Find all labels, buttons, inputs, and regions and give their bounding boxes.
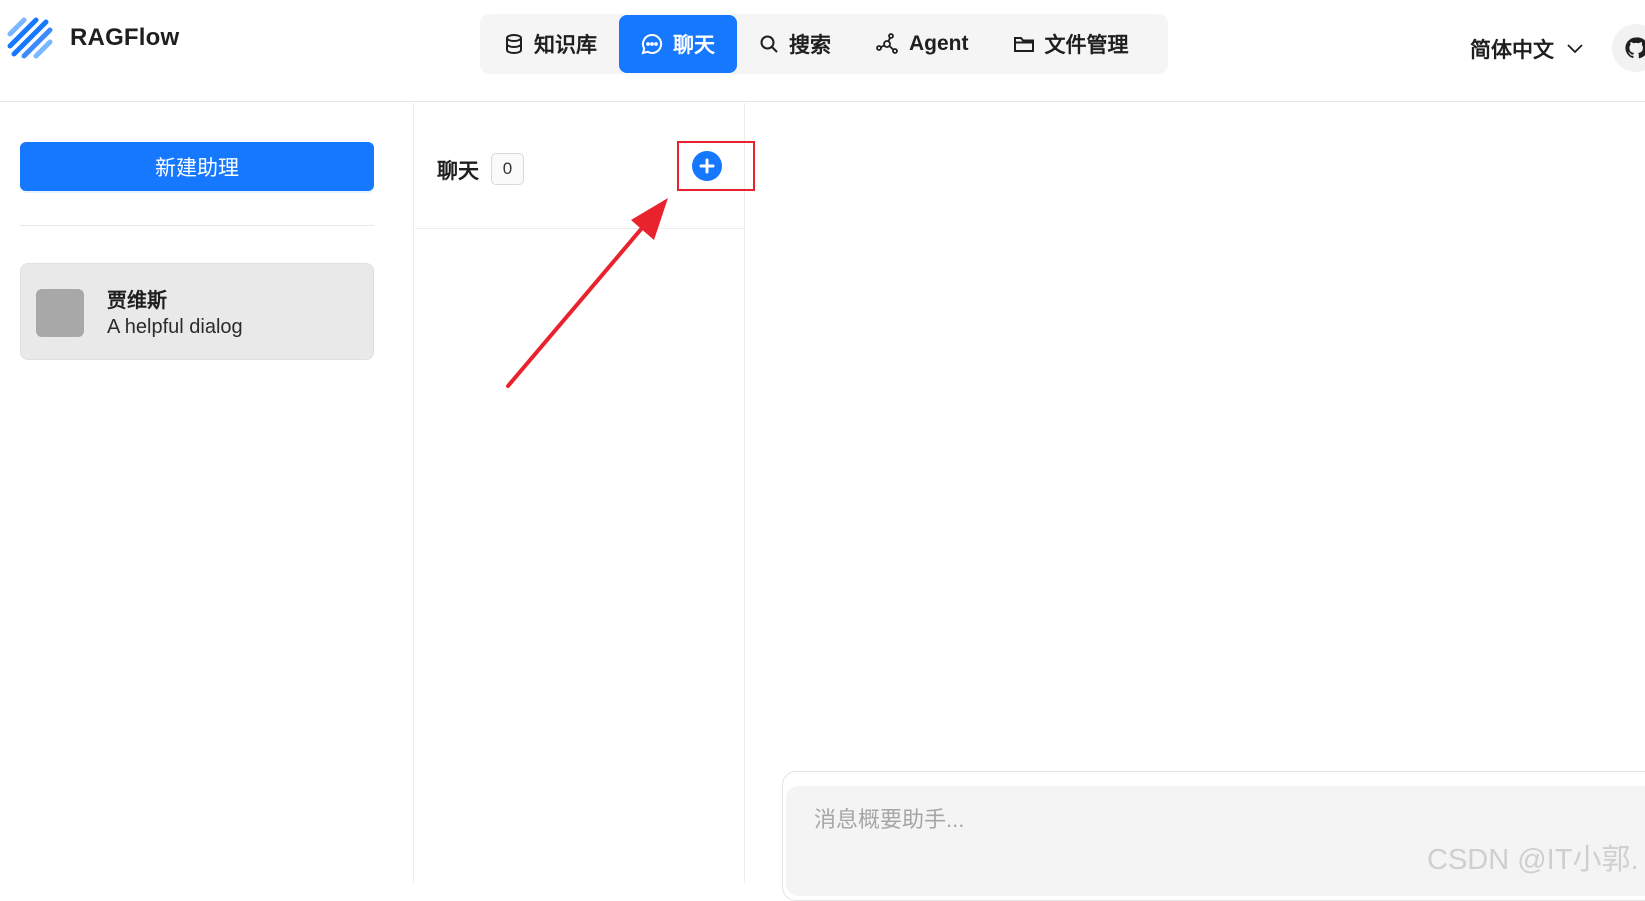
watermark-text: CSDN @IT小郭. bbox=[1427, 844, 1639, 876]
nav-tab-label: 知识库 bbox=[534, 34, 597, 57]
new-assistant-button[interactable]: 新建助理 bbox=[20, 142, 374, 191]
chat-bubble-icon bbox=[641, 33, 663, 55]
nav-tab-agent[interactable]: Agent bbox=[853, 15, 991, 73]
language-label: 简体中文 bbox=[1470, 39, 1554, 62]
assistant-sidebar: 新建助理 贾维斯 A helpful dialog bbox=[0, 103, 414, 883]
main-nav: 知识库 聊天 搜索 Agent 文件管理 bbox=[480, 14, 1168, 74]
app-title: RAGFlow bbox=[70, 24, 180, 51]
graph-nodes-icon bbox=[876, 33, 898, 54]
assistant-avatar bbox=[36, 289, 84, 337]
chat-list-panel: 聊天 0 bbox=[415, 103, 755, 883]
nav-tab-label: 文件管理 bbox=[1044, 34, 1129, 57]
ragflow-logo-icon bbox=[7, 17, 53, 59]
chat-count-badge: 0 bbox=[491, 153, 524, 185]
nav-tab-chat[interactable]: 聊天 bbox=[619, 15, 737, 73]
sidebar-divider bbox=[20, 225, 374, 226]
folder-icon bbox=[1013, 37, 1034, 52]
assistant-card[interactable]: 贾维斯 A helpful dialog bbox=[20, 263, 374, 360]
chat-list-title: 聊天 bbox=[437, 160, 479, 183]
nav-tab-knowledge-base[interactable]: 知识库 bbox=[482, 15, 619, 73]
chevron-down-icon bbox=[1567, 44, 1583, 54]
conversation-area bbox=[746, 103, 1645, 883]
nav-tab-file-management[interactable]: 文件管理 bbox=[991, 15, 1151, 73]
nav-tab-label: 聊天 bbox=[673, 34, 715, 57]
github-button[interactable] bbox=[1612, 24, 1645, 72]
nav-tab-label: 搜索 bbox=[789, 34, 831, 57]
add-chat-button[interactable] bbox=[692, 151, 722, 181]
github-icon bbox=[1625, 37, 1645, 59]
assistant-description: A helpful dialog bbox=[107, 316, 243, 338]
chat-list-header: 聊天 0 bbox=[415, 103, 755, 229]
nav-tab-label: Agent bbox=[909, 32, 969, 55]
nav-tab-search[interactable]: 搜索 bbox=[737, 15, 853, 73]
top-header: RAGFlow 知识库 聊天 搜索 Agent 文件管理 简体中文 bbox=[0, 0, 1645, 102]
search-icon bbox=[760, 35, 778, 53]
assistant-name: 贾维斯 bbox=[107, 290, 167, 312]
language-selector[interactable]: 简体中文 bbox=[1470, 34, 1584, 64]
plus-icon bbox=[699, 158, 715, 174]
database-icon bbox=[506, 34, 522, 55]
